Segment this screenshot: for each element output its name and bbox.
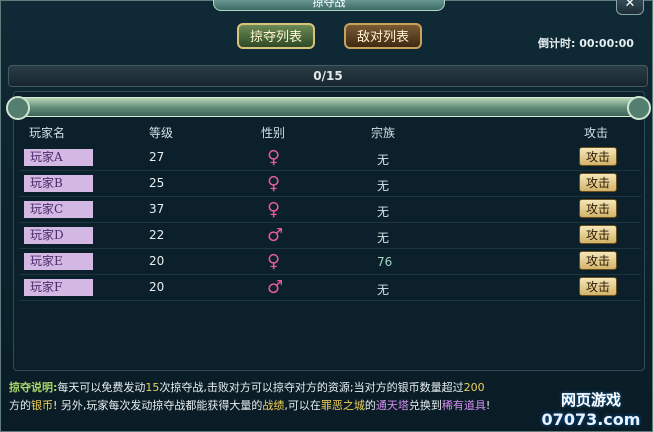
player-clan: 无	[377, 205, 390, 219]
player-clan: 76	[377, 255, 393, 269]
player-level: 20	[149, 254, 165, 268]
player-level: 27	[149, 150, 165, 164]
loot-count: 0/15	[8, 65, 648, 87]
player-name[interactable]: 玩家B	[24, 175, 93, 192]
attack-button[interactable]: 攻击	[579, 225, 617, 244]
free-count: 15	[145, 381, 160, 394]
watermark-logo: 网页游戏 07073.com	[532, 389, 650, 429]
female-icon: ♀	[267, 199, 281, 220]
countdown-timer: 倒计时: 00:00:00	[538, 37, 634, 50]
player-level: 25	[149, 176, 165, 190]
description-text: 方的	[9, 399, 31, 412]
attack-button[interactable]: 攻击	[579, 173, 617, 192]
female-icon: ♀	[267, 251, 281, 272]
attack-button[interactable]: 攻击	[579, 147, 617, 166]
attack-button[interactable]: 攻击	[579, 251, 617, 270]
female-icon: ♀	[267, 173, 281, 194]
female-icon: ♀	[267, 147, 281, 168]
player-name[interactable]: 玩家F	[24, 279, 93, 296]
tower-name: 通天塔	[375, 399, 409, 412]
attack-button[interactable]: 攻击	[579, 199, 617, 218]
header-gender: 性别	[261, 126, 286, 140]
player-name[interactable]: 玩家A	[24, 149, 93, 166]
description-label: 掠夺说明:	[9, 381, 58, 394]
player-level: 22	[149, 228, 165, 242]
player-clan: 无	[377, 283, 390, 297]
table-row: 玩家E 20 ♀ 76 攻击	[19, 250, 641, 275]
window-title: 掠夺战	[213, 0, 445, 11]
header-attack: 攻击	[584, 126, 609, 140]
silver-term: 银币	[31, 399, 53, 412]
player-name[interactable]: 玩家D	[24, 227, 93, 244]
header-level: 等级	[149, 126, 174, 140]
male-icon: ♂	[267, 277, 284, 298]
player-clan: 无	[377, 153, 390, 167]
silver-threshold: 200	[463, 381, 485, 394]
loot-war-window: 掠夺战 ✕ 掠夺列表 敌对列表 倒计时: 00:00:00 0/15 玩家名 等…	[0, 0, 653, 432]
table-row: 玩家B 25 ♀ 无 攻击	[19, 172, 641, 197]
close-button[interactable]: ✕	[616, 0, 644, 15]
tab-enemy-list[interactable]: 敌对列表	[344, 23, 422, 49]
description-text: 每天可以免费发动	[57, 381, 146, 394]
player-level: 20	[149, 280, 165, 294]
player-level: 37	[149, 202, 165, 216]
feat-term: 战绩	[262, 399, 285, 412]
header-player-name: 玩家名	[29, 126, 66, 140]
watermark-line2: 07073.com	[541, 410, 641, 429]
description-text: 的	[364, 399, 376, 412]
description-text: !	[485, 399, 491, 412]
player-clan: 无	[377, 231, 390, 245]
tab-loot-list[interactable]: 掠夺列表	[237, 23, 315, 49]
attack-button[interactable]: 攻击	[579, 277, 617, 296]
player-name[interactable]: 玩家C	[24, 201, 93, 218]
male-icon: ♂	[267, 225, 284, 246]
header-clan: 宗族	[371, 126, 396, 140]
player-clan: 无	[377, 179, 390, 193]
table-row: 玩家D 22 ♂ 无 攻击	[19, 224, 641, 249]
watermark-line1: 网页游戏	[560, 391, 621, 409]
table-row: 玩家F 20 ♂ 无 攻击	[19, 276, 641, 301]
description-text: 次掠夺战,击败对方可以掠夺对方的资源;当对方的银币数量超过	[159, 381, 464, 394]
table-row: 玩家A 27 ♀ 无 攻击	[19, 146, 641, 171]
description-text: ! 另外,玩家每次发动掠夺战都能获得大量的	[53, 399, 263, 412]
description-text: 兑换到	[408, 399, 442, 412]
description-text: ,可以在	[284, 399, 321, 412]
rare-item: 稀有道具	[441, 399, 486, 412]
scroll-ornament	[6, 96, 651, 120]
table-row: 玩家C 37 ♀ 无 攻击	[19, 198, 641, 223]
player-name[interactable]: 玩家E	[24, 253, 93, 270]
city-name: 罪恶之城	[320, 399, 365, 412]
